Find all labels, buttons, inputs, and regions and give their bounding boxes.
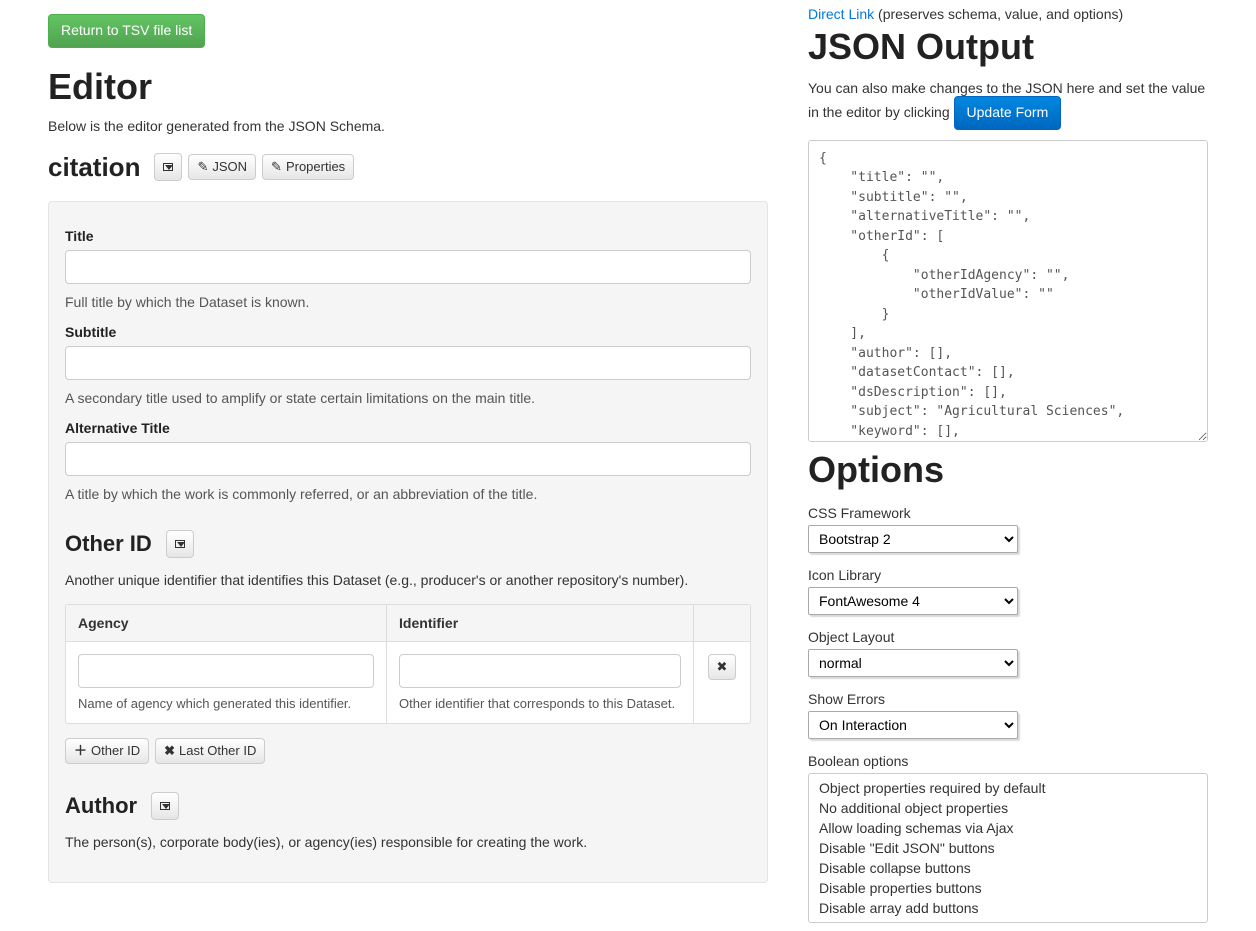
caret-down-icon <box>163 163 173 171</box>
icon-library-select[interactable]: FontAwesome 4 <box>808 587 1018 615</box>
properties-label: Properties <box>286 159 345 174</box>
boolean-option-item[interactable]: Disable collapse buttons <box>813 858 1203 878</box>
show-errors-label: Show Errors <box>808 691 1208 707</box>
pencil-icon: ✎ <box>271 159 282 174</box>
icon-library-label: Icon Library <box>808 567 1208 583</box>
author-collapse-button[interactable] <box>151 792 179 820</box>
json-output-heading: JSON Output <box>808 26 1208 68</box>
col-header-actions <box>694 605 750 641</box>
editor-intro: Below is the editor generated from the J… <box>48 118 768 134</box>
other-id-heading: Other ID <box>65 531 152 557</box>
citation-toolbar: citation ✎ JSON ✎ Properties <box>48 152 768 183</box>
author-desc: The person(s), corporate body(ies), or a… <box>65 834 751 850</box>
identifier-input[interactable] <box>399 654 681 688</box>
object-layout-label: Object Layout <box>808 629 1208 645</box>
subtitle-help: A secondary title used to amplify or sta… <box>65 390 751 406</box>
close-icon: ✖ <box>717 659 728 674</box>
css-framework-label: CSS Framework <box>808 505 1208 521</box>
alternative-title-help: A title by which the work is commonly re… <box>65 486 751 502</box>
object-layout-select[interactable]: normal <box>808 649 1018 677</box>
caret-down-icon <box>175 540 185 548</box>
alternative-title-label: Alternative Title <box>65 420 751 436</box>
edit-json-button[interactable]: ✎ JSON <box>188 154 256 180</box>
css-framework-select[interactable]: Bootstrap 2 <box>808 525 1018 553</box>
author-heading: Author <box>65 793 137 819</box>
editor-heading: Editor <box>48 66 768 108</box>
col-header-identifier: Identifier <box>387 605 694 641</box>
delete-last-other-id-button[interactable]: ✖ Last Other ID <box>155 738 265 764</box>
close-icon: ✖ <box>164 743 175 758</box>
subtitle-label: Subtitle <box>65 324 751 340</box>
boolean-option-item[interactable]: Disable "Edit JSON" buttons <box>813 838 1203 858</box>
add-other-id-button[interactable]: ＋ Other ID <box>65 738 149 764</box>
return-to-tsv-button[interactable]: Return to TSV file list <box>48 14 205 48</box>
boolean-option-item[interactable]: Disable array add buttons <box>813 898 1203 918</box>
agency-input[interactable] <box>78 654 374 688</box>
edit-json-label: JSON <box>212 159 247 174</box>
agency-help: Name of agency which generated this iden… <box>78 696 374 711</box>
citation-panel: Title Full title by which the Dataset is… <box>48 201 768 884</box>
plus-icon: ＋ <box>74 743 87 758</box>
other-id-table: Agency Identifier Name of agency which g… <box>65 604 751 724</box>
subtitle-input[interactable] <box>65 346 751 380</box>
title-input[interactable] <box>65 250 751 284</box>
title-label: Title <box>65 228 751 244</box>
citation-title: citation <box>48 152 140 183</box>
caret-down-icon <box>160 802 170 810</box>
other-id-desc: Another unique identifier that identifie… <box>65 572 751 588</box>
identifier-help: Other identifier that corresponds to thi… <box>399 696 681 711</box>
boolean-options-label: Boolean options <box>808 753 1208 769</box>
boolean-option-item[interactable]: Disable properties buttons <box>813 878 1203 898</box>
update-form-button[interactable]: Update Form <box>954 96 1062 130</box>
other-id-collapse-button[interactable] <box>166 530 194 558</box>
json-output-textarea[interactable] <box>808 140 1208 442</box>
boolean-option-item[interactable]: Object properties required by default <box>813 778 1203 798</box>
col-header-agency: Agency <box>66 605 387 641</box>
direct-link[interactable]: Direct Link <box>808 6 874 22</box>
options-heading: Options <box>808 449 1208 491</box>
delete-last-other-id-label: Last Other ID <box>179 743 256 758</box>
alternative-title-input[interactable] <box>65 442 751 476</box>
add-other-id-label: Other ID <box>91 743 140 758</box>
pencil-icon: ✎ <box>197 159 208 174</box>
table-row: Name of agency which generated this iden… <box>66 642 750 723</box>
show-errors-select[interactable]: On Interaction <box>808 711 1018 739</box>
direct-link-note: (preserves schema, value, and options) <box>874 6 1123 22</box>
delete-row-button[interactable]: ✖ <box>708 654 737 680</box>
boolean-options-list[interactable]: Object properties required by defaultNo … <box>808 773 1208 923</box>
citation-collapse-button[interactable] <box>154 153 182 181</box>
properties-button[interactable]: ✎ Properties <box>262 154 354 180</box>
title-help: Full title by which the Dataset is known… <box>65 294 751 310</box>
boolean-option-item[interactable]: Allow loading schemas via Ajax <box>813 818 1203 838</box>
boolean-option-item[interactable]: No additional object properties <box>813 798 1203 818</box>
